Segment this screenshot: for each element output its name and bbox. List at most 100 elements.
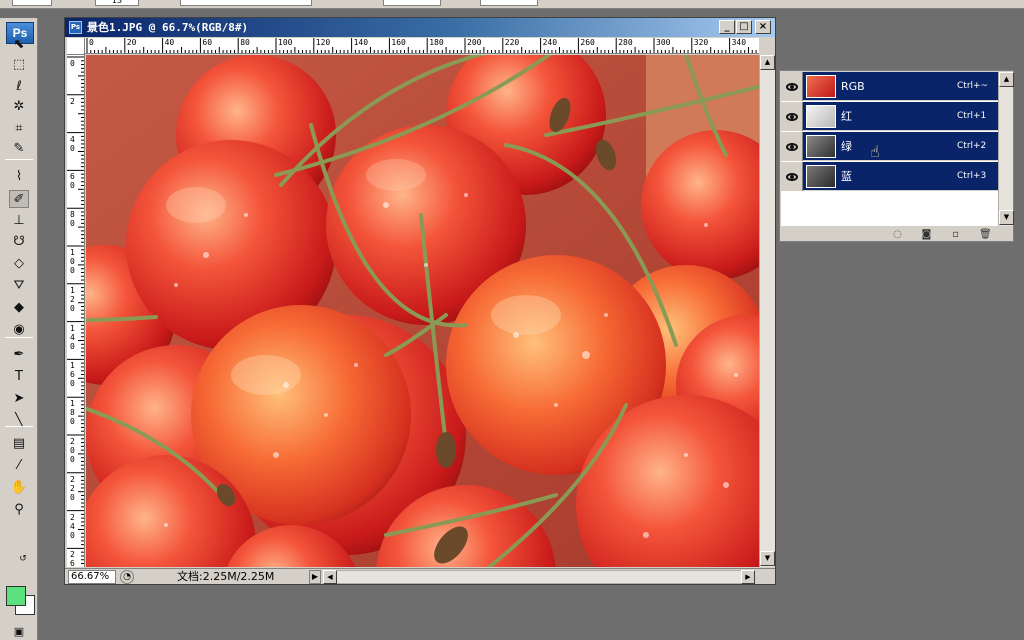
- zoom-level-field[interactable]: 66.67%: [68, 570, 116, 584]
- options-field-mid[interactable]: [180, 0, 312, 6]
- channel-thumbnail: [806, 105, 836, 128]
- swap-colors-icon[interactable]: ↺: [16, 552, 30, 566]
- history-brush-tool[interactable]: ☋: [9, 232, 29, 250]
- notes-tool[interactable]: ▤: [9, 434, 29, 452]
- ruler-v-label: 0: [70, 530, 75, 540]
- new-channel-icon[interactable]: ▫: [950, 229, 961, 240]
- foreground-color-swatch[interactable]: [6, 586, 26, 606]
- channel-row-blue[interactable]: 蓝 Ctrl+3: [781, 162, 998, 191]
- options-field-right[interactable]: [383, 0, 441, 6]
- scroll-right-arrow[interactable]: ▶: [741, 570, 755, 584]
- scroll-down-arrow[interactable]: ▼: [760, 551, 775, 566]
- ruler-v-label: 1: [70, 399, 75, 409]
- save-selection-icon[interactable]: ◙: [921, 229, 932, 240]
- ruler-h-label: 260: [580, 38, 595, 47]
- ruler-v-label: 6: [70, 559, 75, 567]
- channel-row-green[interactable]: 绿 Ctrl+2: [781, 132, 998, 161]
- options-field-far[interactable]: [480, 0, 538, 6]
- visibility-eye-icon[interactable]: [781, 132, 803, 161]
- clone-stamp-tool[interactable]: ⊥: [9, 211, 29, 229]
- channels-list: RGB Ctrl+~ 红 Ctrl+1 绿 Ctrl+2 蓝 Ctrl+3: [781, 72, 998, 226]
- lasso-tool[interactable]: ℓ: [9, 77, 29, 95]
- pen-tool[interactable]: ✒: [9, 345, 29, 363]
- ruler-v-label: 8: [70, 210, 75, 220]
- toolbox-divider: [5, 426, 33, 427]
- visibility-eye-icon[interactable]: [781, 102, 803, 131]
- hand-cursor-icon: ☝: [870, 142, 880, 161]
- channel-name: RGB: [841, 80, 865, 93]
- channel-shortcut: Ctrl+2: [957, 141, 987, 151]
- crop-tool[interactable]: ⌗: [9, 119, 29, 137]
- channels-scroll-up-arrow[interactable]: ▲: [999, 72, 1014, 87]
- ruler-v-label: 0: [70, 143, 75, 153]
- blur-tool[interactable]: ◆: [9, 298, 29, 316]
- options-field-left[interactable]: [12, 0, 52, 6]
- horizontal-scrollbar[interactable]: ◀ ▶: [323, 570, 755, 584]
- toolbox-divider: [5, 337, 33, 338]
- horizontal-ruler[interactable]: 0 20 40 60 80 100 120 140 160 180 200 220 240 260 280 3…: [85, 38, 759, 54]
- ruler-h-label: 160: [391, 38, 406, 47]
- channels-scroll-down-arrow[interactable]: ▼: [999, 210, 1014, 225]
- vertical-scrollbar[interactable]: ▲ ▼: [759, 55, 775, 567]
- navigator-icon[interactable]: ◔: [120, 570, 134, 584]
- scroll-left-arrow[interactable]: ◀: [323, 570, 337, 584]
- move-tool[interactable]: ⬉: [9, 35, 29, 53]
- channel-name: 绿: [841, 140, 852, 153]
- quick-mask-icon[interactable]: ▣: [9, 622, 29, 640]
- ruler-v-label: 0: [70, 219, 75, 229]
- ruler-h-label: 180: [429, 38, 444, 47]
- ruler-v-label: 4: [70, 134, 75, 144]
- channels-footer: ◌ ◙ ▫ 🗑: [780, 227, 1013, 242]
- vertical-ruler[interactable]: 02406080100120140160180200220240260: [67, 55, 85, 567]
- ruler-h-label: 200: [467, 38, 482, 47]
- document-title: 景色1.JPG @ 66.7%(RGB/8#): [87, 21, 249, 34]
- brush-tool[interactable]: ✐: [9, 190, 29, 208]
- channels-scrollbar[interactable]: ▲ ▼: [998, 72, 1014, 226]
- channel-name: 蓝: [841, 170, 852, 183]
- options-bar: 13: [0, 0, 1024, 9]
- scroll-up-arrow[interactable]: ▲: [760, 55, 775, 70]
- ruler-h-label: 80: [240, 38, 250, 47]
- status-menu-arrow-icon[interactable]: ▶: [309, 570, 321, 584]
- channel-shortcut: Ctrl+3: [957, 171, 987, 181]
- ruler-v-label: 0: [70, 455, 75, 464]
- eraser-tool[interactable]: ◇: [9, 254, 29, 272]
- ruler-v-label: 0: [70, 379, 75, 389]
- ruler-v-label: 0: [70, 181, 75, 191]
- close-button[interactable]: ×: [755, 20, 771, 34]
- ruler-origin[interactable]: [67, 38, 85, 55]
- channel-row-rgb[interactable]: RGB Ctrl+~: [781, 72, 998, 101]
- ruler-v-label: 2: [70, 550, 75, 560]
- ruler-h-label: 320: [693, 38, 709, 47]
- channel-shortcut: Ctrl+~: [957, 81, 989, 91]
- delete-channel-icon[interactable]: 🗑: [979, 229, 992, 240]
- ruler-v-label: 0: [70, 417, 75, 427]
- ruler-v-label: 2: [70, 483, 75, 493]
- magic-wand-tool[interactable]: ✲: [9, 97, 29, 115]
- brush-size-field[interactable]: 13: [95, 0, 139, 6]
- channel-row-red[interactable]: 红 Ctrl+1: [781, 102, 998, 131]
- zoom-tool[interactable]: ⚲: [9, 500, 29, 518]
- path-selection-tool[interactable]: ➤: [9, 389, 29, 407]
- minimize-button[interactable]: _: [719, 20, 735, 34]
- channel-thumbnail: [806, 135, 836, 158]
- cherries-photo: [86, 55, 759, 567]
- document-titlebar[interactable]: Ps 景色1.JPG @ 66.7%(RGB/8#) _ □ ×: [65, 18, 775, 37]
- ruler-h-label: 140: [353, 38, 369, 47]
- marquee-tool[interactable]: ⬚: [9, 55, 29, 73]
- healing-brush-tool[interactable]: ⌇: [9, 167, 29, 185]
- eyedropper-tool[interactable]: ⁄: [9, 456, 29, 474]
- paint-bucket-tool[interactable]: ⛛: [9, 276, 29, 294]
- ruler-v-label: 0: [70, 341, 75, 351]
- load-selection-icon[interactable]: ◌: [892, 229, 903, 240]
- hand-tool[interactable]: ✋: [9, 478, 29, 496]
- ruler-v-label: 8: [70, 408, 75, 418]
- maximize-button[interactable]: □: [736, 20, 752, 34]
- ruler-v-label: 1: [70, 285, 75, 295]
- type-tool[interactable]: T: [9, 367, 29, 385]
- visibility-eye-icon[interactable]: [781, 72, 803, 101]
- slice-tool[interactable]: ✎: [9, 139, 29, 157]
- visibility-eye-icon[interactable]: [781, 162, 803, 191]
- dodge-tool[interactable]: ◉: [9, 320, 29, 338]
- image-canvas[interactable]: [86, 55, 759, 567]
